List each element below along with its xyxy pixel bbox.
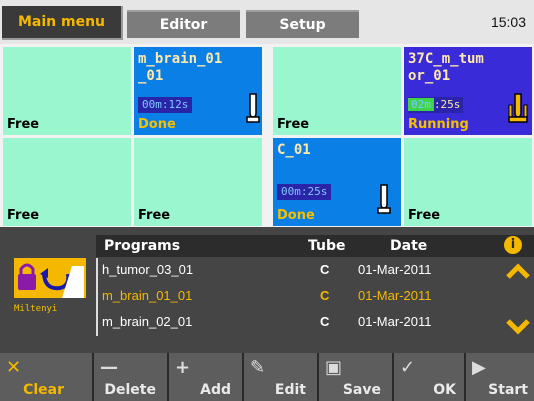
program-tube: C (320, 262, 330, 277)
slot-program-name: m_brain_01 _01 (138, 51, 223, 84)
program-row-selected[interactable]: m_brain_01_01 C 01-Mar-2011 (96, 284, 500, 310)
date-column-header: Date (390, 238, 428, 254)
timer-progress: 02m (408, 98, 434, 111)
save-label: Save (342, 382, 381, 398)
edit-icon: ✎ (250, 357, 266, 378)
delete-button[interactable]: — Delete (92, 353, 162, 401)
program-row[interactable]: h_tumor_03_01 C 01-Mar-2011 (96, 258, 500, 284)
top-bar: Main menu Editor Setup 15:03 (0, 0, 534, 44)
program-row[interactable]: m_brain_02_01 C 01-Mar-2011 (96, 310, 500, 336)
play-icon: ▶ (472, 357, 486, 378)
brand-logo: Miltenyi (14, 258, 86, 322)
slot-status: Free (7, 117, 40, 132)
tab-editor[interactable]: Editor (127, 10, 240, 38)
program-date: 01-Mar-2011 (358, 288, 432, 303)
lock-rotate-icon (18, 263, 84, 298)
tab-setup[interactable]: Setup (246, 10, 359, 38)
clock: 15:03 (490, 14, 526, 30)
slot-3[interactable]: Free (273, 47, 401, 135)
edit-button[interactable]: ✎ Edit (242, 353, 312, 401)
clear-icon: ✕ (6, 357, 22, 378)
delete-label: Delete (104, 382, 156, 398)
program-name: h_tumor_03_01 (102, 262, 194, 277)
info-icon[interactable]: i (504, 236, 522, 254)
tab-main-menu[interactable]: Main menu (2, 6, 123, 40)
program-tube: C (320, 314, 330, 329)
slot-timer: 02m:25s (408, 97, 464, 113)
slot-status: Done (277, 208, 315, 223)
slot-program-name: C_01 (277, 142, 311, 158)
program-tube: C (320, 288, 330, 303)
program-date: 01-Mar-2011 (358, 314, 432, 329)
slot-status: Done (138, 117, 176, 132)
slot-status: Free (277, 117, 310, 132)
slot-1[interactable]: Free (3, 47, 131, 135)
program-name: m_brain_01_01 (102, 288, 193, 303)
start-label: Start (488, 382, 528, 398)
slot-program-name: 37C_m_tum or_01 (408, 51, 484, 84)
slot-timer: 00m:12s (138, 97, 193, 113)
save-button[interactable]: ▣ Save (317, 353, 387, 401)
tube-icon (246, 93, 260, 123)
save-icon: ▣ (325, 357, 343, 378)
slot-2[interactable]: m_brain_01 _01 00m:12s Done (134, 47, 262, 135)
programs-column-header: Programs (104, 238, 181, 254)
ok-label: OK (433, 382, 456, 398)
add-label: Add (200, 382, 231, 398)
add-button[interactable]: + Add (167, 353, 237, 401)
slot-timer: 00m:25s (277, 184, 332, 200)
slot-status: Running (408, 117, 469, 132)
slot-grid: Free m_brain_01 _01 00m:12s Done Free 37… (0, 44, 534, 227)
clear-button[interactable]: ✕ Clear (0, 353, 70, 401)
slot-6[interactable]: Free (134, 138, 262, 226)
start-button[interactable]: ▶ Start (464, 353, 534, 401)
slot-8[interactable]: Free (404, 138, 532, 226)
plus-icon: + (175, 357, 191, 378)
tube-column-header: Tube (308, 238, 346, 254)
slot-5[interactable]: Free (3, 138, 131, 226)
clear-label: Clear (23, 382, 64, 398)
slot-7[interactable]: C_01 00m:25s Done (273, 138, 401, 226)
scroll-down-icon[interactable] (506, 318, 530, 336)
timer-rest: :25s (433, 98, 461, 111)
slot-status: Free (7, 208, 40, 223)
slot-4[interactable]: 37C_m_tum or_01 02m:25s Running (404, 47, 532, 135)
brand-label: Miltenyi (14, 304, 58, 314)
program-date: 01-Mar-2011 (358, 262, 432, 277)
ok-button[interactable]: ✓ OK (392, 353, 462, 401)
check-icon: ✓ (400, 357, 416, 378)
program-name: m_brain_02_01 (102, 314, 193, 329)
programs-header: Programs Tube Date (96, 235, 534, 257)
slot-status: Free (138, 208, 171, 223)
bottom-toolbar: ✕ Clear — Delete + Add ✎ Edit ▣ Save ✓ O… (0, 353, 534, 401)
edit-label: Edit (274, 382, 306, 398)
tube-icon (508, 93, 528, 123)
slot-status: Free (408, 208, 441, 223)
minus-icon: — (100, 357, 118, 378)
scroll-up-icon[interactable] (506, 262, 530, 280)
tube-icon (377, 184, 391, 214)
logo-box (14, 258, 86, 298)
